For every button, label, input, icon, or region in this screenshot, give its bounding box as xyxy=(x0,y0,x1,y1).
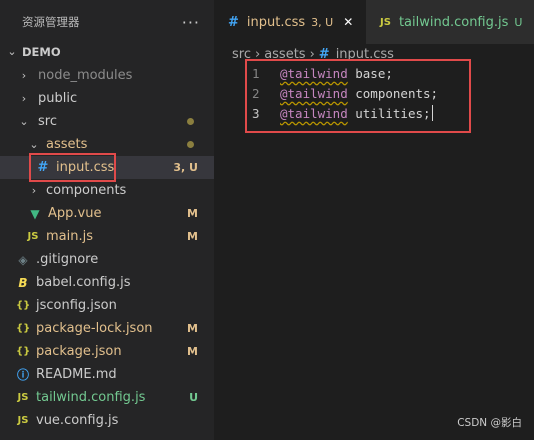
js-file-icon: JS xyxy=(27,231,39,242)
git-status-badge: M xyxy=(187,207,198,220)
tree-item-label: tailwind.config.js xyxy=(36,390,146,405)
babel-file-icon: B xyxy=(18,275,28,290)
tree-item-node-modules[interactable]: › node_modules xyxy=(0,64,214,87)
watermark: CSDN @影白 xyxy=(457,417,522,429)
chevron-right-icon: › xyxy=(21,92,27,105)
tree-item-label: src xyxy=(38,114,57,129)
tree-item-label: vue.config.js xyxy=(36,413,119,428)
more-actions-icon[interactable]: ··· xyxy=(182,13,200,32)
tree-item-src[interactable]: ⌄ src xyxy=(0,110,214,133)
git-status-badge: U xyxy=(514,15,523,29)
highlight-box xyxy=(29,153,116,182)
tree-item-label: main.js xyxy=(46,229,93,244)
tree-item-label: .gitignore xyxy=(36,252,99,267)
tree-item-readme[interactable]: ⓘ README.md xyxy=(0,363,214,386)
tree-item-package-lock[interactable]: {} package-lock.json M xyxy=(0,317,214,340)
tree-item-vue-config[interactable]: JS vue.config.js xyxy=(0,409,214,432)
tree-item-label: package-lock.json xyxy=(36,321,153,336)
tree-item-label: README.md xyxy=(36,367,117,382)
json-file-icon: {} xyxy=(16,323,31,334)
explorer-sidebar: 资源管理器 ··· ⌄ DEMO › node_modules › public… xyxy=(0,0,214,440)
json-file-icon: {} xyxy=(16,300,31,311)
git-file-icon: ◈ xyxy=(18,252,28,267)
modified-dot-icon xyxy=(187,141,194,148)
tree-item-gitignore[interactable]: ◈ .gitignore xyxy=(0,248,214,271)
git-status-badge: M xyxy=(187,230,198,243)
chevron-down-icon: ⌄ xyxy=(19,115,29,128)
tree-item-label: node_modules xyxy=(38,68,133,83)
tree-item-app-vue[interactable]: ▼ App.vue M xyxy=(0,202,214,225)
tree-item-main-js[interactable]: JS main.js M xyxy=(0,225,214,248)
tree-item-label: App.vue xyxy=(48,206,102,221)
tree-item-public[interactable]: › public xyxy=(0,87,214,110)
git-status-badge: M xyxy=(187,345,198,358)
tree-item-jsconfig[interactable]: {} jsconfig.json xyxy=(0,294,214,317)
chevron-down-icon: ⌄ xyxy=(29,138,39,151)
json-file-icon: {} xyxy=(16,346,31,357)
tree-item-label: assets xyxy=(46,137,88,152)
highlight-box xyxy=(245,59,471,133)
tree-item-package-json[interactable]: {} package.json M xyxy=(0,340,214,363)
vue-file-icon: ▼ xyxy=(30,206,40,221)
tree-item-label: jsconfig.json xyxy=(36,298,117,313)
tree-item-tailwind-config[interactable]: JS tailwind.config.js U xyxy=(0,386,214,409)
modified-dot-icon xyxy=(187,118,194,125)
project-name: DEMO xyxy=(22,44,61,59)
git-status-badge: 3, U xyxy=(173,161,198,174)
explorer-title: 资源管理器 xyxy=(22,15,80,29)
project-root[interactable]: ⌄ DEMO xyxy=(0,40,214,63)
tab-label: tailwind.config.js xyxy=(398,14,509,30)
tree-item-label: public xyxy=(38,91,78,106)
tree-item-babel-config[interactable]: B babel.config.js xyxy=(0,271,214,294)
chevron-right-icon: › xyxy=(21,69,27,82)
git-status-badge: U xyxy=(189,391,198,404)
git-status-badge: M xyxy=(187,322,198,335)
js-file-icon: JS xyxy=(17,392,29,403)
tree-item-label: babel.config.js xyxy=(36,275,131,290)
tree-item-components[interactable]: › components xyxy=(0,179,214,202)
js-file-icon: JS xyxy=(17,415,29,426)
tab-input-css[interactable]: # input.css 3, U ✕ xyxy=(214,0,366,44)
tab-label: input.css xyxy=(246,14,306,30)
git-status-badge: 3, U xyxy=(311,15,334,29)
editor-tabs: # input.css 3, U ✕ JS tailwind.config.js… xyxy=(214,0,534,44)
js-file-icon: JS xyxy=(380,16,391,28)
tree-item-label: package.json xyxy=(36,344,122,359)
close-icon[interactable]: ✕ xyxy=(343,15,353,29)
tab-tailwind-config[interactable]: JS tailwind.config.js U xyxy=(366,0,534,44)
tree-item-label: components xyxy=(46,183,127,198)
explorer-header: 资源管理器 ··· xyxy=(0,0,214,44)
chevron-down-icon: ⌄ xyxy=(7,45,17,58)
css-file-icon: # xyxy=(228,14,239,30)
info-icon: ⓘ xyxy=(16,368,29,382)
chevron-right-icon: › xyxy=(31,184,37,197)
